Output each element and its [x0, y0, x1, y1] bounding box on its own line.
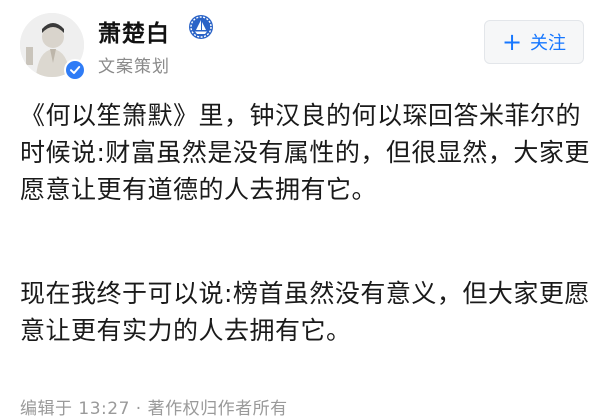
post-header: 萧楚白 文案策划 + 关注	[0, 0, 600, 90]
post-footer-meta: 编辑于 13:27 · 著作权归作者所有	[20, 399, 288, 419]
post-paragraph: 《何以笙箫默》里，钟汉良的何以琛回答米菲尔的时候说:财富虽然是没有属性的，但很显…	[20, 101, 590, 204]
follow-button-label: 关注	[530, 33, 567, 54]
plus-icon: +	[501, 28, 523, 56]
post-paragraph: 现在我终于可以说:榜首虽然没有意义，但大家更愿意让更有实力的人去拥有它。	[20, 279, 590, 345]
author-name[interactable]: 萧楚白	[98, 14, 170, 48]
avatar[interactable]	[20, 13, 86, 81]
follow-button[interactable]: + 关注	[484, 20, 584, 64]
verified-badge-icon	[64, 59, 86, 81]
sailboat-badge-icon	[189, 15, 213, 39]
author-role: 文案策划	[98, 57, 170, 77]
